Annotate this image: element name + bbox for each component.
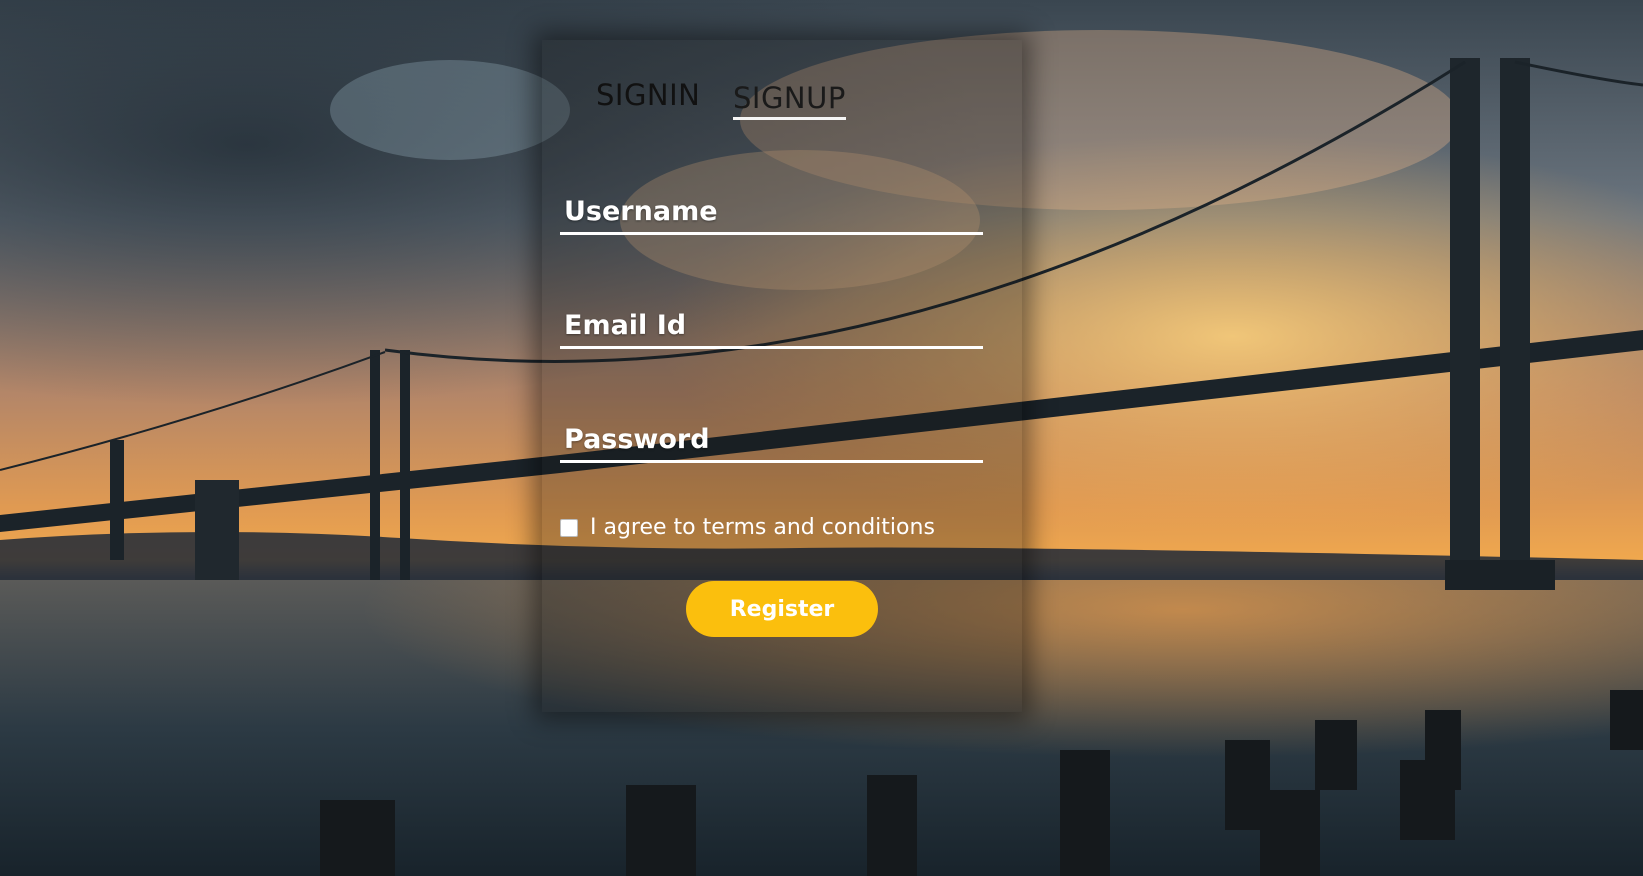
- password-input[interactable]: [560, 418, 983, 460]
- terms-label: I agree to terms and conditions: [590, 515, 935, 540]
- tab-signup[interactable]: SIGNUP: [733, 81, 846, 120]
- terms-row: I agree to terms and conditions: [560, 515, 935, 540]
- tab-signin[interactable]: SIGNIN: [596, 78, 700, 112]
- username-input[interactable]: [560, 190, 983, 232]
- username-field: [560, 190, 983, 235]
- email-field: [560, 304, 983, 349]
- password-field: [560, 418, 983, 463]
- email-input[interactable]: [560, 304, 983, 346]
- signup-card: SIGNIN SIGNUP I agree to terms and condi…: [542, 40, 1022, 712]
- register-button[interactable]: Register: [686, 581, 878, 637]
- terms-checkbox[interactable]: [560, 518, 578, 537]
